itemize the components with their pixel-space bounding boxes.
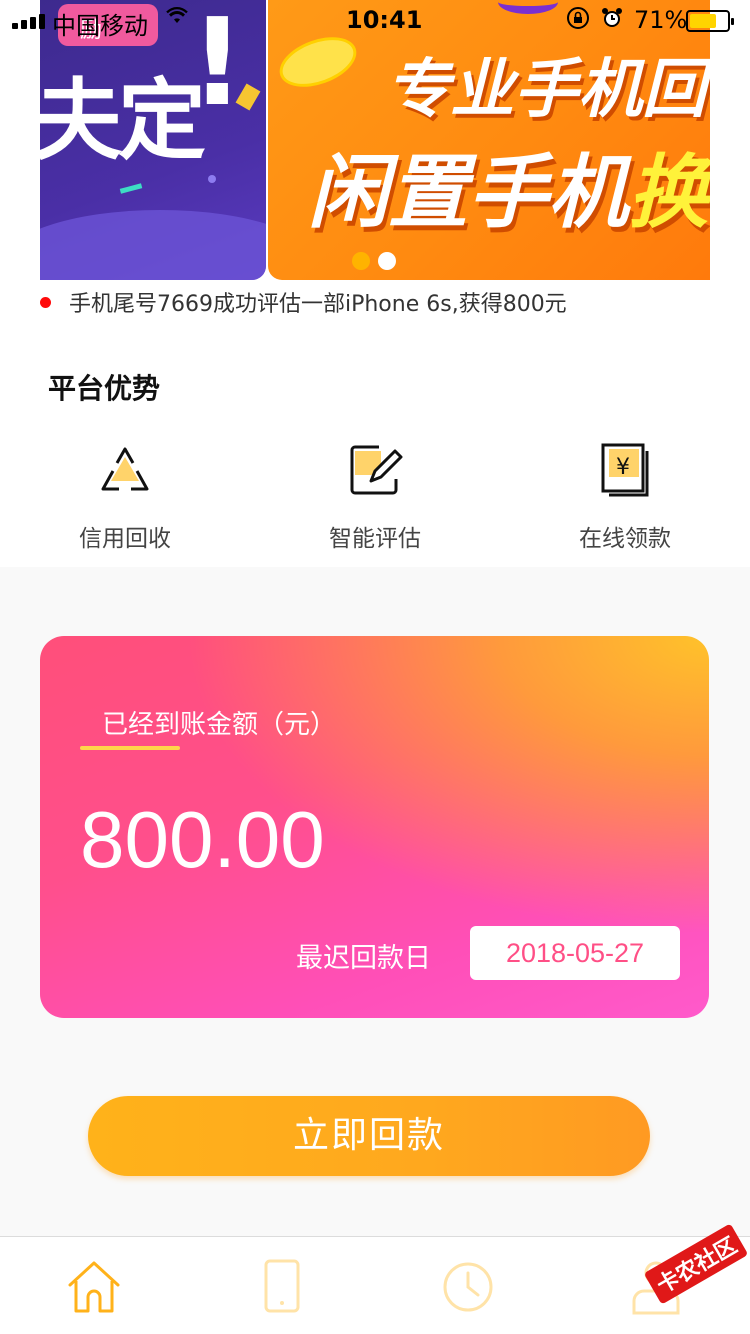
notice-text: 手机尾号7669成功评估一部iPhone 6s,获得800元: [69, 292, 567, 317]
banner-slide-prev[interactable]: 励 夫定 !: [40, 0, 266, 280]
battery-percent: 71%: [634, 6, 688, 34]
advantage-label: 信用回收: [79, 526, 171, 552]
carrier-name: 中国移动: [52, 12, 148, 40]
alarm-icon: [600, 6, 624, 36]
advantage-label: 在线领款: [579, 526, 671, 552]
advantage-label: 智能评估: [329, 526, 421, 552]
banner-subheadline-highlight: 换: [628, 146, 708, 239]
notice-dot-icon: [40, 296, 51, 308]
banner-slide-current[interactable]: 专业手机回 闲置手机换: [268, 0, 710, 280]
banner-big-text: 夫定: [40, 69, 206, 172]
status-bar: 中国移动 10:41 71%: [0, 0, 750, 40]
received-amount-label: 已经到账金额（元）: [102, 710, 337, 740]
carousel-dot[interactable]: [378, 252, 396, 270]
tab-home[interactable]: [64, 1259, 124, 1319]
triangle-recycle-icon: [101, 447, 149, 491]
clock-time: 10:41: [346, 6, 423, 34]
clock-icon: [443, 1262, 493, 1312]
banner-wave-decoration: [40, 210, 266, 280]
wifi-icon: [166, 6, 188, 31]
advantage-credit-recycle[interactable]: 信用回收: [25, 439, 225, 553]
phone-icon: [264, 1259, 300, 1313]
tab-history[interactable]: [438, 1259, 498, 1319]
advantage-online-payout[interactable]: ¥ 在线领款: [525, 439, 725, 553]
received-amount-value: 800.00: [80, 795, 325, 884]
banner-headline: 专业手机回: [386, 53, 706, 127]
yen-document-icon: ¥: [601, 443, 649, 497]
pen-edit-icon: [350, 445, 403, 495]
svg-text:¥: ¥: [616, 455, 630, 480]
advantage-smart-evaluation[interactable]: 智能评估: [275, 439, 475, 553]
label-underline: [80, 746, 180, 750]
home-icon: [68, 1261, 120, 1313]
carousel-indicator: [352, 252, 396, 270]
banner-subheadline: 闲置手机换: [308, 128, 708, 244]
confetti-decoration: [119, 183, 143, 194]
banner-subheadline-main: 闲置手机: [308, 146, 628, 239]
confetti-decoration: [208, 175, 216, 183]
evaluation-notice: 手机尾号7669成功评估一部iPhone 6s,获得800元: [40, 286, 567, 318]
received-amount-card: 已经到账金额（元） 800.00 最迟回款日 2018-05-27: [40, 636, 709, 1018]
rotation-lock-icon: [566, 6, 590, 36]
platform-advantages: 平台优势 信用回收 智能评估 ¥ 在线领款: [0, 315, 750, 567]
bottom-tab-bar: [0, 1236, 750, 1334]
repay-now-button[interactable]: 立即回款: [88, 1096, 650, 1176]
carousel-dot[interactable]: [352, 252, 370, 270]
tab-phone[interactable]: [254, 1259, 314, 1319]
cellular-signal-icon: [12, 14, 45, 29]
battery-icon: [686, 10, 734, 32]
section-title: 平台优势: [48, 372, 161, 405]
due-date-label: 最迟回款日: [296, 943, 431, 974]
battery-level: [690, 14, 716, 28]
due-date-value: 2018-05-27: [470, 926, 680, 980]
banner-carousel[interactable]: 励 夫定 ! 专业手机回 闲置手机换: [0, 0, 750, 315]
